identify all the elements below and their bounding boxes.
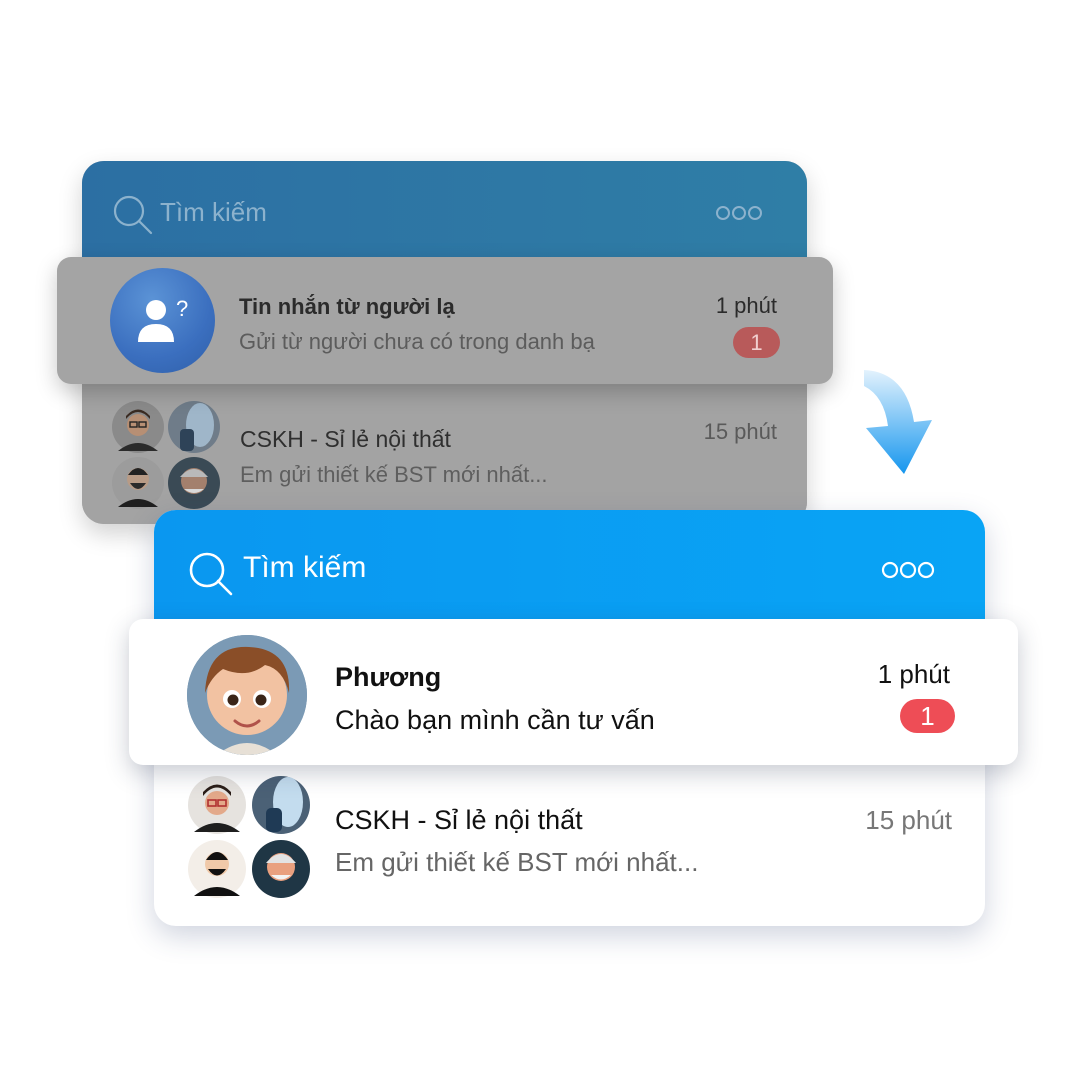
group-avatar xyxy=(110,399,222,511)
chat-row-phuong[interactable]: Phương Chào bạn mình cần tư vấn 1 phút 1 xyxy=(129,619,1018,765)
search-icon[interactable] xyxy=(112,194,154,241)
more-icon[interactable] xyxy=(881,561,935,584)
chat-time: 15 phút xyxy=(703,419,777,444)
chat-name: Phương xyxy=(335,662,442,692)
svg-text:?: ? xyxy=(176,296,188,321)
chat-preview: Em gửi thiết kế BST mới nhất... xyxy=(240,462,548,487)
more-icon[interactable] xyxy=(715,205,763,226)
chat-name: Tin nhắn từ người lạ xyxy=(239,294,455,319)
group-avatar xyxy=(186,774,312,900)
chat-row-cskh[interactable]: CSKH - Sỉ lẻ nội thất Em gửi thiết kế BS… xyxy=(82,387,807,524)
after-header: Tìm kiếm xyxy=(154,510,985,630)
unknown-user-icon: ? xyxy=(138,296,188,342)
search-label[interactable]: Tìm kiếm xyxy=(160,197,267,228)
chat-row-stranger[interactable]: ? Tin nhắn từ người lạ Gửi từ người chưa… xyxy=(57,257,833,384)
chat-time: 1 phút xyxy=(877,659,950,689)
unread-badge: 1 xyxy=(900,699,955,733)
chat-preview: Em gửi thiết kế BST mới nhất... xyxy=(335,847,699,877)
chat-name[interactable]: CSKH - Sỉ lẻ nội thất xyxy=(335,805,583,836)
before-header: Tìm kiếm xyxy=(82,161,807,271)
curved-arrow-icon xyxy=(864,370,932,474)
search-label[interactable]: Tìm kiếm xyxy=(243,551,366,585)
chat-preview: Chào bạn mình cần tư vấn xyxy=(335,705,655,735)
chat-preview: Gửi từ người chưa có trong danh bạ xyxy=(239,329,595,354)
unread-badge: 1 xyxy=(733,327,780,358)
chat-time: 15 phút xyxy=(865,805,952,835)
search-icon[interactable] xyxy=(187,550,235,603)
avatar: ? xyxy=(110,268,215,373)
chat-name: CSKH - Sỉ lẻ nội thất xyxy=(240,426,451,452)
avatar xyxy=(187,635,307,755)
chat-time: 1 phút xyxy=(715,293,777,318)
